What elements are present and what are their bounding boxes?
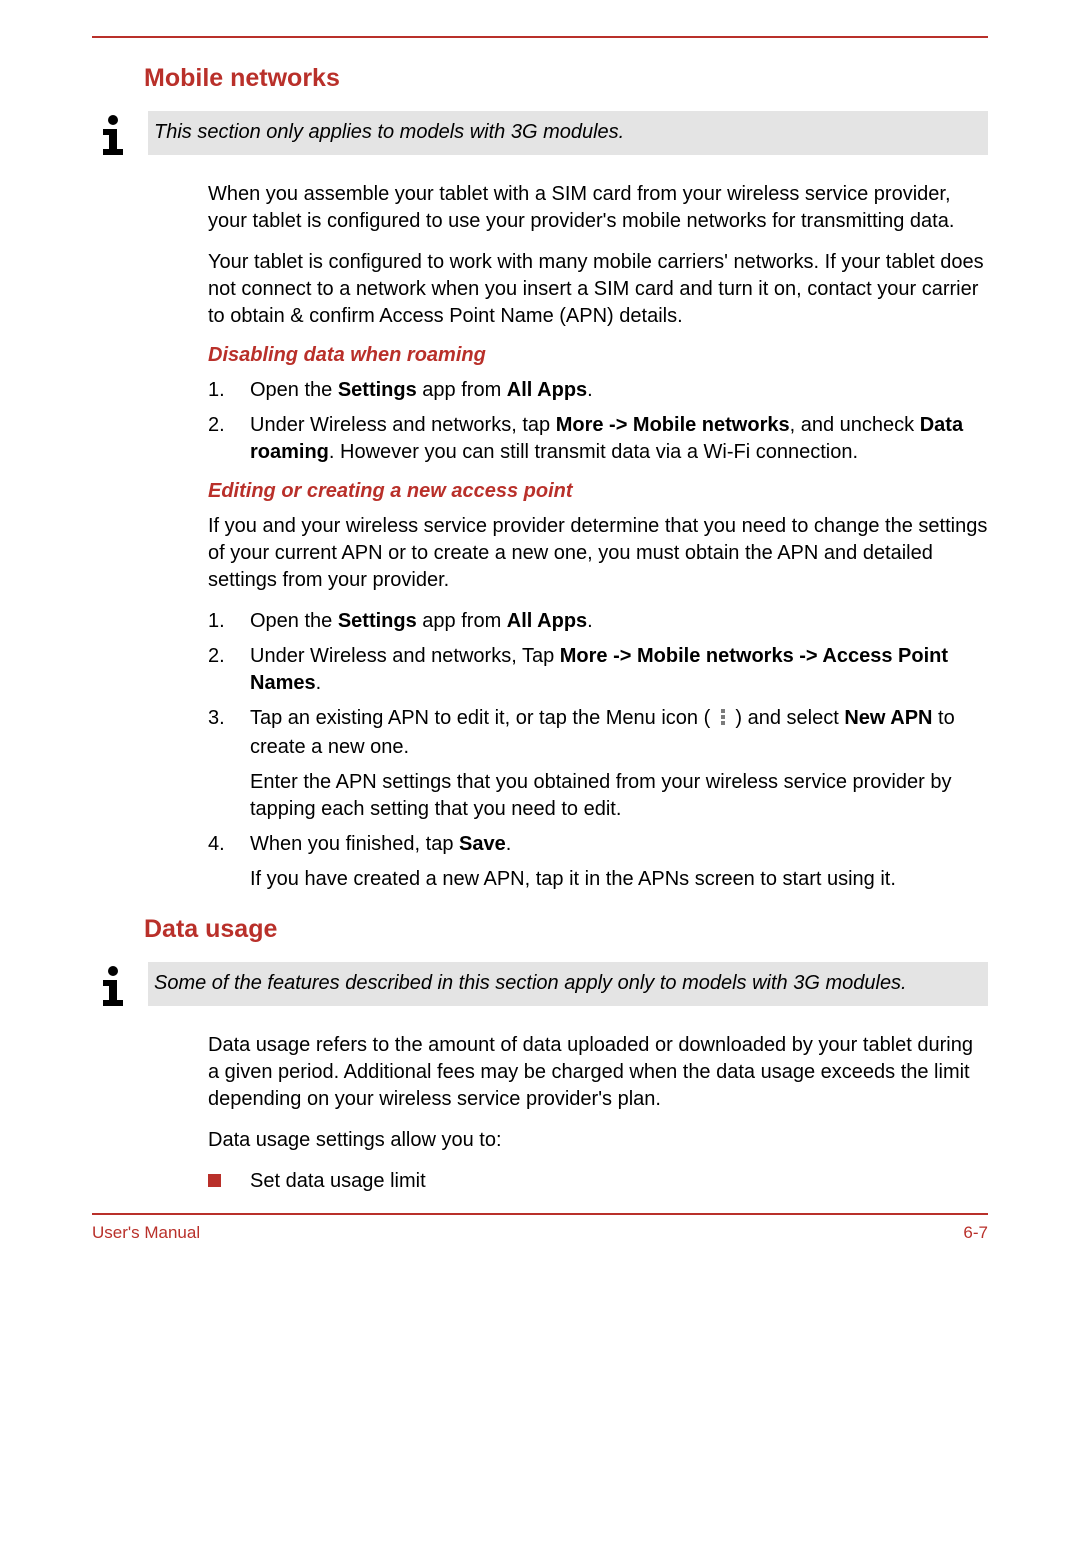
paragraph: Your tablet is configured to work with m… bbox=[208, 249, 988, 330]
paragraph: Data usage settings allow you to: bbox=[208, 1127, 988, 1154]
heading-disabling-data-roaming: Disabling data when roaming bbox=[208, 344, 988, 367]
info-icon bbox=[92, 111, 134, 155]
paragraph: When you assemble your tablet with a SIM… bbox=[208, 181, 988, 235]
steps-list: Open the Settings app from All Apps. Und… bbox=[208, 608, 988, 893]
list-item-paragraph: If you have created a new APN, tap it in… bbox=[250, 866, 988, 893]
paragraph: Data usage refers to the amount of data … bbox=[208, 1032, 988, 1113]
list-item: Tap an existing APN to edit it, or tap t… bbox=[208, 705, 988, 823]
list-item-paragraph: Enter the APN settings that you obtained… bbox=[250, 769, 988, 823]
footer-right: 6-7 bbox=[963, 1223, 988, 1243]
list-item: Open the Settings app from All Apps. bbox=[208, 608, 988, 635]
list-item: Under Wireless and networks, Tap More ->… bbox=[208, 643, 988, 697]
note-data-usage: Some of the features described in this s… bbox=[92, 962, 988, 1006]
note-text: This section only applies to models with… bbox=[148, 111, 988, 155]
heading-data-usage: Data usage bbox=[144, 915, 988, 944]
info-icon bbox=[92, 962, 134, 1006]
note-mobile-networks: This section only applies to models with… bbox=[92, 111, 988, 155]
list-item: When you finished, tap Save. If you have… bbox=[208, 831, 988, 893]
note-text: Some of the features described in this s… bbox=[148, 962, 988, 1006]
list-item: Set data usage limit bbox=[208, 1168, 988, 1195]
heading-editing-apn: Editing or creating a new access point bbox=[208, 480, 988, 503]
list-item: Under Wireless and networks, tap More ->… bbox=[208, 412, 988, 466]
page-footer: User's Manual 6-7 bbox=[92, 1215, 988, 1243]
paragraph: If you and your wireless service provide… bbox=[208, 513, 988, 594]
steps-list: Open the Settings app from All Apps. Und… bbox=[208, 377, 988, 466]
bullet-list: Set data usage limit bbox=[208, 1168, 988, 1195]
menu-dots-icon bbox=[718, 707, 728, 734]
heading-mobile-networks: Mobile networks bbox=[144, 64, 988, 93]
list-item: Open the Settings app from All Apps. bbox=[208, 377, 988, 404]
footer-left: User's Manual bbox=[92, 1223, 200, 1243]
